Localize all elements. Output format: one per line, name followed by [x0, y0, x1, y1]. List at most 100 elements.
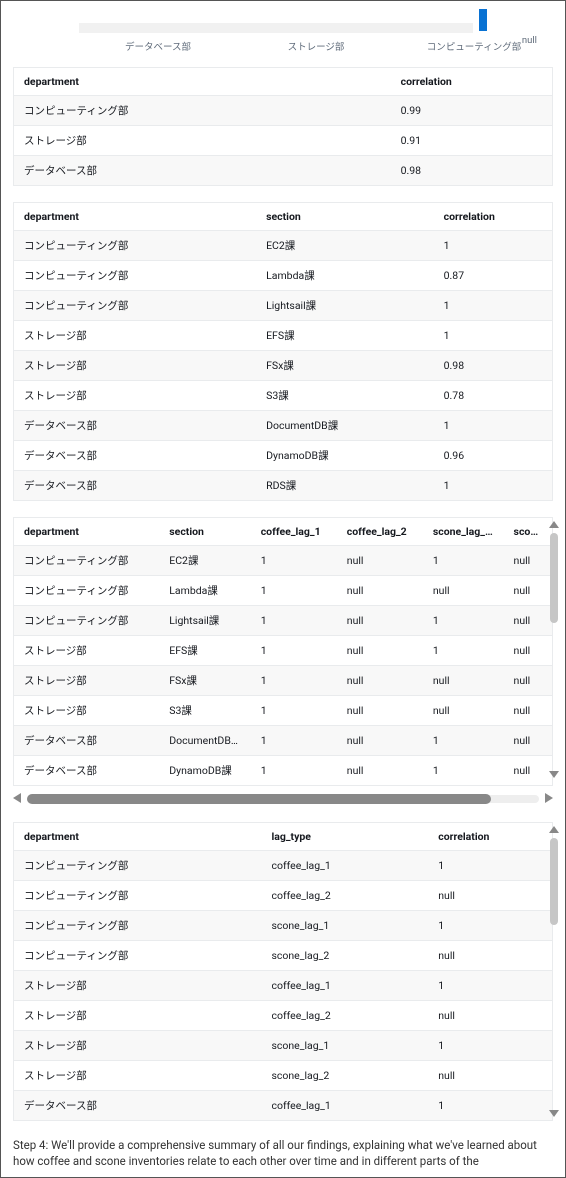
table-row[interactable]: データベース部DocumentDB課1null1null [14, 726, 552, 756]
scroll-left-icon[interactable] [13, 793, 21, 803]
col-department[interactable]: department [14, 203, 256, 231]
vertical-scrollbar[interactable] [549, 826, 559, 1117]
chart-baseline [79, 23, 473, 33]
cell: null [428, 881, 552, 911]
col-section[interactable]: section [159, 518, 250, 546]
cell: Lightsail課 [256, 291, 434, 321]
table-row[interactable]: ストレージ部scone_lag_2null [14, 1061, 552, 1091]
cell: ストレージ部 [14, 351, 256, 381]
col-correlation[interactable]: correlation [428, 823, 552, 851]
cell: null [337, 726, 423, 756]
cell: null [504, 636, 552, 666]
cell: 0.99 [391, 96, 552, 126]
cell: 1 [251, 756, 337, 785]
col-scone-lag-2[interactable]: scone_ [504, 518, 552, 546]
table-row[interactable]: データベース部coffee_lag_11 [14, 1091, 552, 1120]
cell: FSx課 [256, 351, 434, 381]
table-row[interactable]: データベース部RDS課1 [14, 471, 552, 500]
cell: Lambda課 [256, 261, 434, 291]
table-row[interactable]: データベース部DynamoDB課0.96 [14, 441, 552, 471]
cell: EC2課 [159, 546, 250, 576]
cell: null [337, 576, 423, 606]
cell: DocumentDB課 [159, 726, 250, 756]
table-row[interactable]: コンピューティング部coffee_lag_11 [14, 851, 552, 881]
cell: ストレージ部 [14, 971, 261, 1001]
cell: 1 [428, 971, 552, 1001]
table-row[interactable]: データベース部DocumentDB課1 [14, 411, 552, 441]
cell: データベース部 [14, 756, 159, 785]
col-scone-lag-1[interactable]: scone_lag_1 [423, 518, 504, 546]
table-lag-wide-wrap: department section coffee_lag_1 coffee_l… [13, 517, 553, 806]
table-row[interactable]: コンピューティング部EC2課1null1null [14, 546, 552, 576]
scroll-thumb[interactable] [27, 794, 491, 804]
cell: 0.78 [434, 381, 552, 411]
cell: null [337, 546, 423, 576]
scroll-up-icon[interactable] [549, 521, 559, 528]
cell: 1 [251, 666, 337, 696]
table-row[interactable]: コンピューティング部scone_lag_2null [14, 941, 552, 971]
cell: FSx課 [159, 666, 250, 696]
vertical-scrollbar[interactable] [549, 521, 559, 778]
table-row[interactable]: ストレージ部EFS課1null1null [14, 636, 552, 666]
table-row[interactable]: コンピューティング部EC2課1 [14, 231, 552, 261]
table-row[interactable]: コンピューティング部coffee_lag_2null [14, 881, 552, 911]
cell: コンピューティング部 [14, 911, 261, 941]
table-row[interactable]: コンピューティング部Lightsail課1null1null [14, 606, 552, 636]
horizontal-scrollbar[interactable] [13, 790, 553, 806]
chart-plot-area [13, 9, 553, 37]
cell: データベース部 [14, 441, 256, 471]
cell: ストレージ部 [14, 1031, 261, 1061]
x-label-0: データベース部 [79, 39, 237, 53]
table-row[interactable]: コンピューティング部Lambda課0.87 [14, 261, 552, 291]
cell: coffee_lag_1 [261, 1091, 428, 1120]
table-row[interactable]: コンピューティング部0.99 [14, 96, 552, 126]
col-correlation[interactable]: correlation [434, 203, 552, 231]
table-row[interactable]: ストレージ部S3課0.78 [14, 381, 552, 411]
cell: 1 [251, 726, 337, 756]
col-coffee-lag-1[interactable]: coffee_lag_1 [251, 518, 337, 546]
table-row[interactable]: コンピューティング部Lambda課1nullnullnull [14, 576, 552, 606]
cell: コンピューティング部 [14, 606, 159, 636]
cell: ストレージ部 [14, 696, 159, 726]
scroll-thumb[interactable] [550, 838, 558, 925]
cell: データベース部 [14, 1091, 261, 1120]
table-row[interactable]: データベース部DynamoDB課1null1null [14, 756, 552, 785]
col-department[interactable]: department [14, 68, 391, 96]
table-row[interactable]: ストレージ部coffee_lag_11 [14, 971, 552, 1001]
col-department[interactable]: department [14, 518, 159, 546]
cell: 1 [434, 471, 552, 500]
cell: 1 [428, 911, 552, 941]
col-lag-type[interactable]: lag_type [261, 823, 428, 851]
cell: Lightsail課 [159, 606, 250, 636]
table-lag-wide: department section coffee_lag_1 coffee_l… [13, 517, 553, 786]
col-department[interactable]: department [14, 823, 261, 851]
cell: データベース部 [14, 156, 391, 185]
table-row[interactable]: ストレージ部FSx課0.98 [14, 351, 552, 381]
table-row[interactable]: データベース部0.98 [14, 156, 552, 185]
table-header-row: department section coffee_lag_1 coffee_l… [14, 518, 552, 546]
scroll-down-icon[interactable] [549, 771, 559, 778]
table-row[interactable]: ストレージ部EFS課1 [14, 321, 552, 351]
cell: コンピューティング部 [14, 941, 261, 971]
cell: scone_lag_2 [261, 1061, 428, 1091]
cell: ストレージ部 [14, 636, 159, 666]
cell: null [428, 1001, 552, 1031]
table-row[interactable]: ストレージ部0.91 [14, 126, 552, 156]
scroll-thumb[interactable] [550, 533, 558, 623]
scroll-down-icon[interactable] [549, 1110, 559, 1117]
table-row[interactable]: ストレージ部coffee_lag_2null [14, 1001, 552, 1031]
table-row[interactable]: コンピューティング部scone_lag_11 [14, 911, 552, 941]
col-correlation[interactable]: correlation [391, 68, 552, 96]
table-row[interactable]: ストレージ部FSx課1nullnullnull [14, 666, 552, 696]
scroll-right-icon[interactable] [545, 793, 553, 803]
cell: 1 [251, 636, 337, 666]
col-coffee-lag-2[interactable]: coffee_lag_2 [337, 518, 423, 546]
table-row[interactable]: コンピューティング部Lightsail課1 [14, 291, 552, 321]
cell: null [428, 941, 552, 971]
col-section[interactable]: section [256, 203, 434, 231]
table-row[interactable]: ストレージ部S3課1nullnullnull [14, 696, 552, 726]
table-header-row: department section correlation [14, 203, 552, 231]
cell: 0.96 [434, 441, 552, 471]
table-row[interactable]: ストレージ部scone_lag_11 [14, 1031, 552, 1061]
scroll-up-icon[interactable] [549, 826, 559, 833]
